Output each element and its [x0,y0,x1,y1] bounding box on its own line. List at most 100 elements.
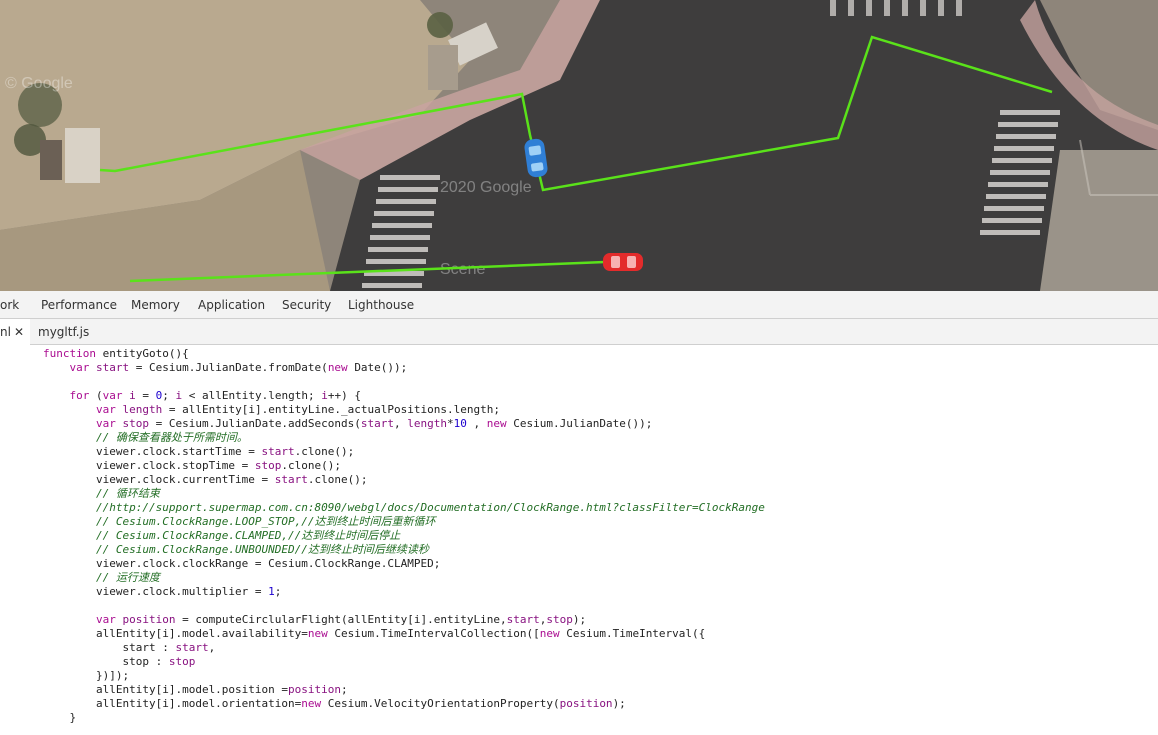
code-line: var length = allEntity[i].entityLine._ac… [43,403,500,417]
code-token: // 确保查看器处于所需时间。 [43,431,248,444]
code-token: stop [546,613,573,626]
code-token: new [327,361,355,374]
code-token: = allEntity[i].entityLine._actualPositio… [162,403,500,416]
tab-performance[interactable]: Performance [41,291,117,318]
code-line: viewer.clock.currentTime = start.clone()… [43,473,368,487]
code-token: stop [168,655,196,668]
code-token: = Cesium.JulianDate.addSeconds( [148,417,361,430]
code-token: start [274,473,308,486]
code-token: viewer.clock.multiplier = [43,585,269,598]
code-token: var [69,361,96,374]
code-token: < allEntity.length; [182,389,322,402]
code-token: position [122,613,176,626]
code-token: for [69,389,96,402]
code-line: allEntity[i].model.position =position; [43,683,348,697]
code-token: var [95,417,123,430]
file-tab-active[interactable]: nl ✕ [0,319,30,345]
code-token: = Cesium.JulianDate.fromDate( [129,361,328,374]
code-token: start [96,361,130,374]
car-red-model[interactable] [603,253,643,271]
code-token: Date()); [354,361,408,374]
code-token: viewer.clock.startTime = [43,445,262,458]
code-token: start [506,613,540,626]
code-line: stop : stop [43,655,195,669]
code-line: for (var i = 0; i < allEntity.length; i+… [43,389,361,403]
map-watermark-1: © Google [5,75,73,92]
code-token: ++) { [327,389,361,402]
code-token: allEntity[i].model.orientation= [43,697,302,710]
code-line: start : start, [43,641,215,655]
code-token: position [559,697,613,710]
code-line: // Cesium.ClockRange.UNBOUNDED//达到终止时间后继… [43,543,429,557]
code-token: entityGoto(){ [102,347,189,360]
code-token: new [486,417,514,430]
code-token: var [95,613,123,626]
code-token: Cesium.VelocityOrientationProperty( [327,697,560,710]
code-token: ); [612,697,626,710]
code-line: // 确保查看器处于所需时间。 [43,431,248,445]
code-token: stop : [43,655,169,668]
code-token: // 循环结束 [43,487,160,500]
code-token: ; [274,585,282,598]
code-line: } [43,711,76,725]
file-tab-active-label: nl [0,325,11,339]
code-token: allEntity[i].model.position = [43,683,289,696]
code-token: i [321,389,328,402]
code-editor[interactable]: function entityGoto(){ var start = Cesiu… [0,345,1158,735]
file-tab-mygltf[interactable]: mygltf.js [38,319,89,344]
code-token: length [122,403,163,416]
devtools-panel-tabs: ork Performance Memory Application Secur… [0,291,1158,319]
code-token: // Cesium.ClockRange.CLAMPED,//达到终止时间后停止 [43,529,401,542]
map-viewport[interactable]: © Google 2020 Google Scene [0,0,1158,291]
code-token: viewer.clock.stopTime = [43,459,255,472]
tab-security[interactable]: Security [282,291,331,318]
code-token: length [407,417,448,430]
code-token: * [447,417,454,430]
close-icon[interactable]: ✕ [14,325,24,339]
code-token: viewer.clock.clockRange = Cesium.ClockRa… [43,557,441,570]
code-line: viewer.clock.startTime = start.clone(); [43,445,354,459]
code-line: allEntity[i].model.orientation=new Cesiu… [43,697,626,711]
tab-network[interactable]: ork [0,291,19,318]
code-token: .clone(); [281,459,342,472]
code-line: var position = computeCirclularFlight(al… [43,613,586,627]
code-token: Cesium.JulianDate()); [513,417,653,430]
code-token: ; [162,389,176,402]
code-token: Cesium.TimeIntervalCollection([ [334,627,540,640]
code-line: // Cesium.ClockRange.CLAMPED,//达到终止时间后停止 [43,529,400,543]
code-token: new [307,627,335,640]
code-token: start [175,641,209,654]
code-line: viewer.clock.multiplier = 1; [43,585,281,599]
code-token: = computeCirclularFlight(allEntity[i].en… [175,613,507,626]
code-token: 10 [453,417,467,430]
tab-memory[interactable]: Memory [131,291,180,318]
code-line: //http://support.supermap.com.cn:8090/we… [43,501,765,515]
code-line: allEntity[i].model.availability=new Cesi… [43,627,705,641]
code-line: viewer.clock.stopTime = stop.clone(); [43,459,341,473]
code-token: .clone(); [294,445,355,458]
map-canvas[interactable]: © Google 2020 Google Scene [0,0,1158,291]
tab-application[interactable]: Application [198,291,265,318]
tab-lighthouse[interactable]: Lighthouse [348,291,414,318]
code-token: , [466,417,487,430]
code-token: .clone(); [307,473,368,486]
code-line: // Cesium.ClockRange.LOOP_STOP,//达到终止时间后… [43,515,436,529]
code-token: ); [572,613,587,626]
code-token: position [288,683,342,696]
code-token: i [129,389,136,402]
code-line: // 运行速度 [43,571,160,585]
code-token: })]); [43,669,130,682]
code-token: var [95,403,123,416]
code-token: // Cesium.ClockRange.LOOP_STOP,//达到终止时间后… [43,515,436,528]
code-token: // Cesium.ClockRange.UNBOUNDED//达到终止时间后继… [43,543,429,556]
code-token: // 运行速度 [43,571,160,584]
code-line: })]); [43,669,129,683]
code-line: var stop = Cesium.JulianDate.addSeconds(… [43,417,652,431]
code-line: // 循环结束 [43,487,160,501]
code-token: stop [254,459,282,472]
